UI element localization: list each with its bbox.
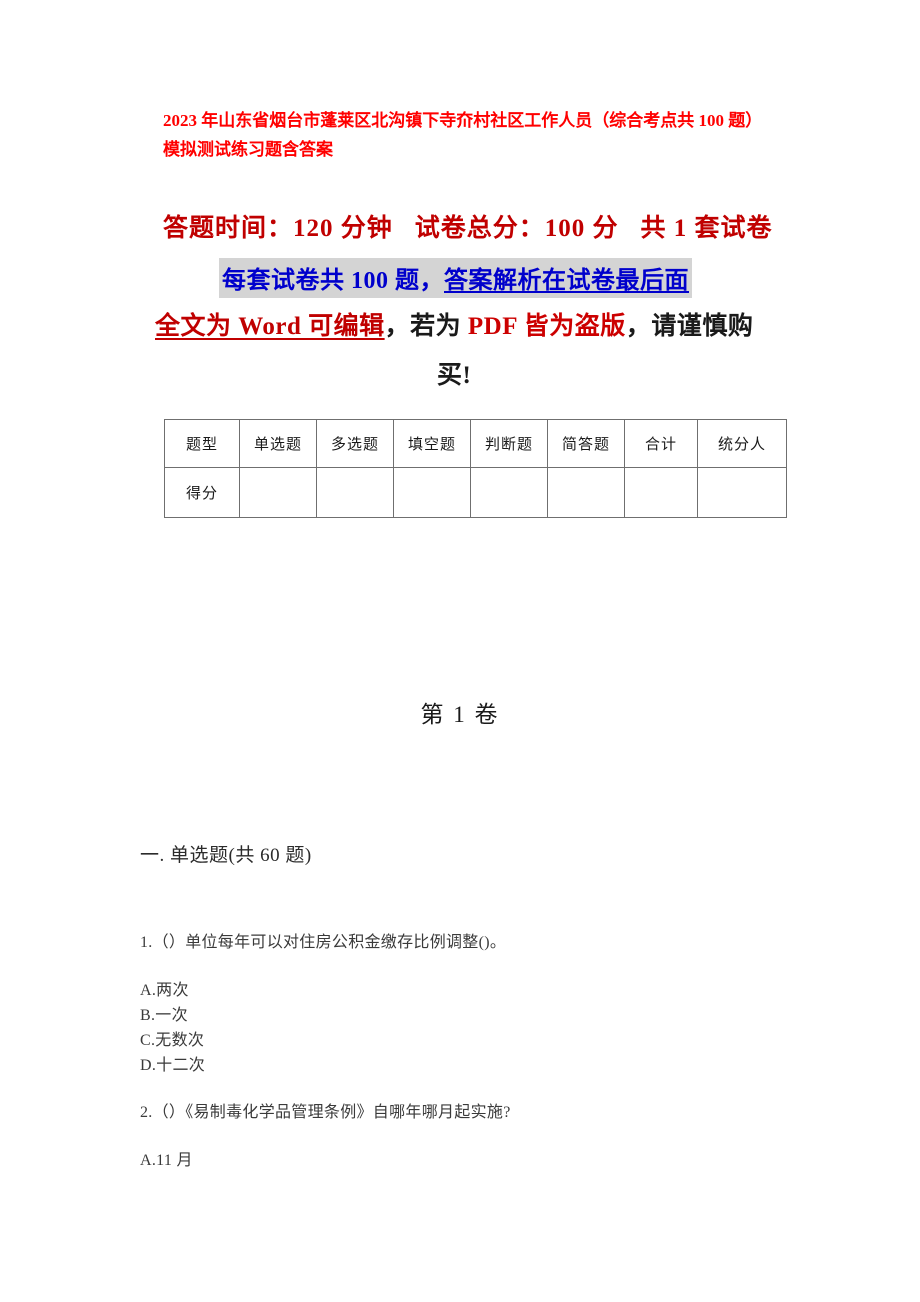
exam-paper-count-label: 共 1 套试卷 xyxy=(640,215,773,242)
exam-duration-label: 答题时间：120 分钟 xyxy=(163,215,393,242)
exam-answer-location-link[interactable]: 答案解析在试卷最后面 xyxy=(444,268,689,294)
table-row: 得分 xyxy=(164,467,787,518)
exam-info-line-count: 每套试卷共 100 题，答案解析在试卷最后面 xyxy=(219,258,692,298)
score-table-header-cell: 多选题 xyxy=(316,419,394,468)
score-cell[interactable] xyxy=(316,467,394,518)
exam-total-score-label: 试卷总分：100 分 xyxy=(414,215,619,242)
score-table-row-label: 得分 xyxy=(164,467,240,518)
option-a[interactable]: A.11 月 xyxy=(140,1148,193,1173)
volume-heading: 第 1 卷 xyxy=(420,702,500,727)
format-notice-pirated: PDF 皆为盗版 xyxy=(467,313,626,340)
option-c[interactable]: C.无数次 xyxy=(140,1028,205,1053)
document-page: 2023 年山东省烟台市蓬莱区北沟镇下寺夼村社区工作人员（综合考点共 100 题… xyxy=(0,0,920,1302)
format-notice-tail: ，请谨慎购 xyxy=(625,313,754,340)
section-heading-single-choice: 一. 单选题(共 60 题) xyxy=(140,845,312,866)
exam-question-count-label: 每套试卷共 100 题， xyxy=(222,268,444,294)
score-cell[interactable] xyxy=(393,467,471,518)
score-cell[interactable] xyxy=(239,467,317,518)
exam-info-line-time: 答题时间：120 分钟 试卷总分：100 分共 1 套试卷 xyxy=(163,208,773,244)
option-d[interactable]: D.十二次 xyxy=(140,1053,205,1078)
score-table-header-row: 题型 单选题 多选题 填空题 判断题 简答题 合计 统分人 xyxy=(164,419,787,468)
score-cell[interactable] xyxy=(547,467,625,518)
score-cell[interactable] xyxy=(624,467,698,518)
format-notice-last-line: 买! xyxy=(437,362,472,389)
score-table-header-cell: 统分人 xyxy=(697,419,787,468)
format-notice-mid: ，若为 xyxy=(384,313,468,340)
question-2-text: 2.（）《易制毒化学品管理条例》自哪年哪月起实施? xyxy=(140,1104,511,1121)
score-table: 题型 单选题 多选题 填空题 判断题 简答题 合计 统分人 得分 xyxy=(164,419,787,518)
format-notice-editable: 全文为 Word 可编辑 xyxy=(155,313,385,340)
score-table-header-cell: 简答题 xyxy=(547,419,625,468)
document-title: 2023 年山东省烟台市蓬莱区北沟镇下寺夼村社区工作人员（综合考点共 100 题… xyxy=(163,111,754,159)
score-table-header-cell: 单选题 xyxy=(239,419,317,468)
option-b[interactable]: B.一次 xyxy=(140,1003,205,1028)
question-1-text: 1.（）单位每年可以对住房公积金缴存比例调整()。 xyxy=(140,934,507,951)
question-2-options: A.11 月 xyxy=(140,1148,193,1173)
score-table-header-cell: 判断题 xyxy=(470,419,548,468)
question-1-options: A.两次 B.一次 C.无数次 D.十二次 xyxy=(140,978,205,1078)
format-notice-line: 全文为 Word 可编辑，若为 PDF 皆为盗版，请谨慎购 xyxy=(155,306,753,342)
score-cell[interactable] xyxy=(470,467,548,518)
score-table-header-cell: 填空题 xyxy=(393,419,471,468)
option-a[interactable]: A.两次 xyxy=(140,978,205,1003)
score-table-header-cell: 题型 xyxy=(164,419,240,468)
score-cell[interactable] xyxy=(697,467,787,518)
score-table-header-cell: 合计 xyxy=(624,419,698,468)
